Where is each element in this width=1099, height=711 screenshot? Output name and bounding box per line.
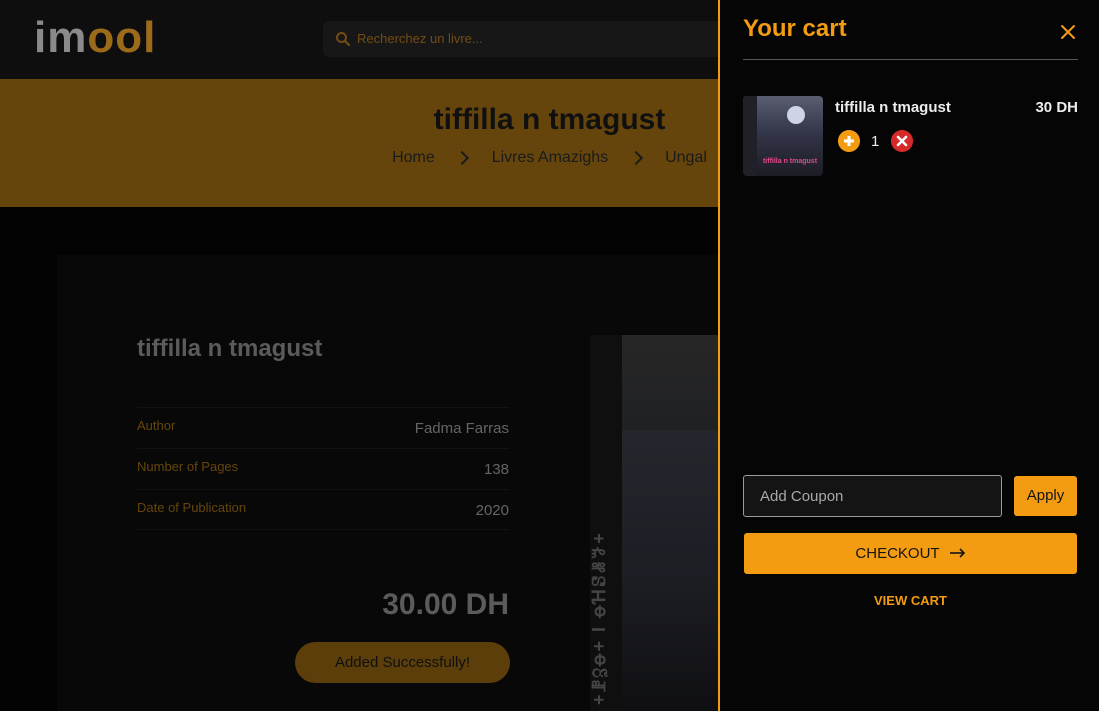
remove-item-button[interactable] (891, 130, 913, 152)
page: imool Recherchez un livre... tiffilla n … (0, 0, 1099, 711)
checkout-button[interactable]: CHECKOUT (744, 533, 1077, 574)
cart-item-name[interactable]: tiffilla n tmagust (835, 99, 951, 116)
checkout-label: CHECKOUT (855, 545, 940, 562)
cart-item-thumbnail[interactable]: tiffilla n tmagust (743, 96, 823, 176)
cart-drawer: Your cart tiffilla n tmagust tiffilla n … (718, 0, 1099, 711)
arrow-right-icon (949, 548, 965, 558)
increase-quantity-button[interactable] (838, 130, 860, 152)
cart-item-price: 30 DH (1035, 99, 1078, 116)
coupon-input[interactable] (743, 475, 1002, 517)
cart-title: Your cart (743, 15, 847, 42)
thumbnail-moon (787, 106, 805, 124)
thumbnail-spine (743, 96, 757, 176)
view-cart-link[interactable]: VIEW CART (743, 593, 1078, 608)
modal-overlay[interactable] (0, 0, 718, 711)
divider (743, 59, 1078, 60)
cart-item-quantity: 1 (871, 133, 880, 150)
thumbnail-title: tiffilla n tmagust (762, 158, 818, 165)
close-icon[interactable] (1059, 23, 1077, 41)
cart-item: tiffilla n tmagust tiffilla n tmagust 30… (743, 96, 1078, 176)
apply-coupon-button[interactable]: Apply (1014, 476, 1077, 516)
